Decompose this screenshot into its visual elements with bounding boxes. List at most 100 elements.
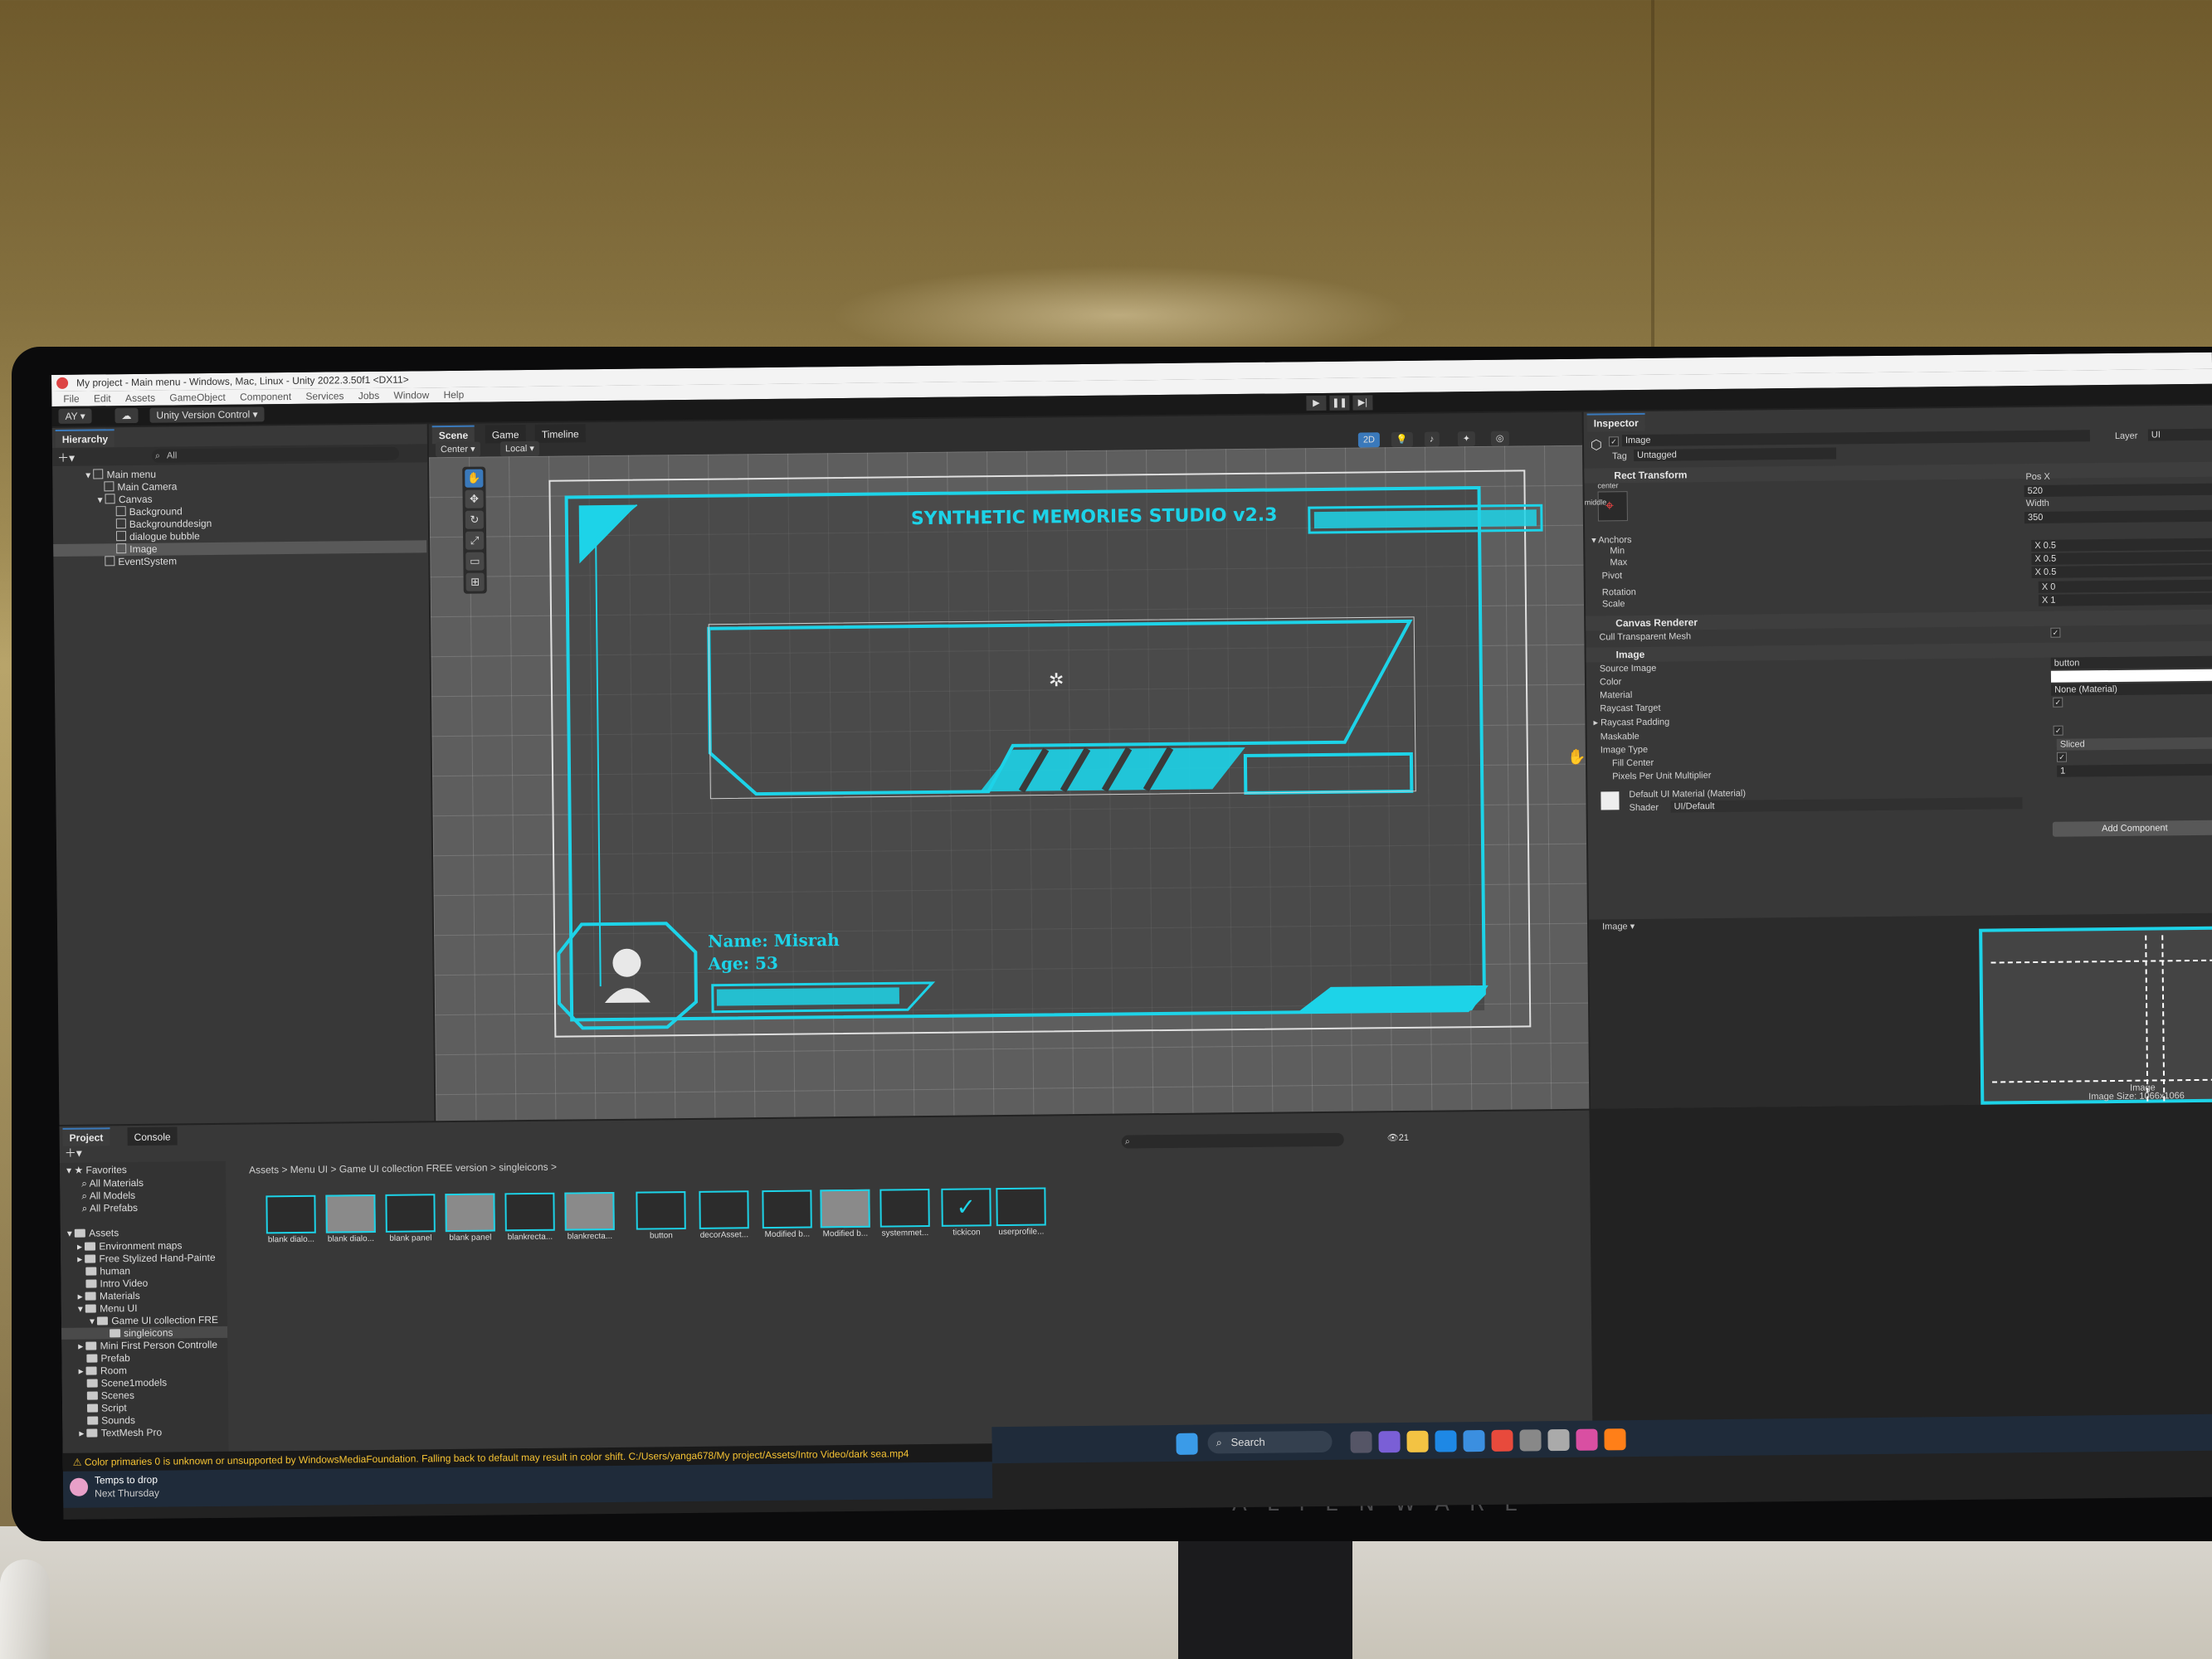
tab-project[interactable]: Project [62,1127,110,1146]
asset-tile[interactable]: blankrecta... [561,1191,618,1242]
version-control-button[interactable]: Unity Version Control ▾ [149,406,265,423]
favorites-header[interactable]: ▾ ★ Favorites [66,1164,127,1176]
file-explorer-icon[interactable] [1406,1430,1429,1452]
folder-item[interactable]: ▸ Materials [78,1290,140,1302]
folder-item[interactable]: ▾ Menu UI [78,1302,138,1315]
tab-timeline[interactable]: Timeline [534,424,586,443]
layer-dropdown[interactable]: UI [2147,428,2212,441]
material-field[interactable]: None (Material) [2051,682,2212,696]
assets-root[interactable]: ▾ Assets [67,1227,119,1239]
asset-tile[interactable]: blank dialo... [322,1194,379,1244]
weather-line1[interactable]: Temps to drop [95,1474,158,1486]
tab-inspector[interactable]: Inspector [1586,412,1645,432]
weather-line2[interactable]: Next Thursday [95,1487,159,1500]
2d-toggle[interactable]: 2D [1357,432,1381,448]
asset-tile[interactable]: button [632,1191,689,1241]
hierarchy-item-dialogue-bubble[interactable]: dialogue bubble [115,530,200,543]
fill-center-checkbox[interactable]: ✓ [2056,752,2068,762]
space-dropdown[interactable]: Local ▾ [499,440,539,457]
canvas-renderer-header[interactable]: Canvas Renderer [1586,609,2212,631]
menu-edit[interactable]: Edit [94,391,111,406]
rect-transform-header[interactable]: Rect Transform [1584,461,2212,484]
color-swatch[interactable] [2050,669,2212,683]
breadcrumb-menu-ui[interactable]: Menu UI [290,1164,329,1175]
hierarchy-item-backgrounddesign[interactable]: Backgrounddesign [115,518,212,531]
hierarchy-item-main-menu[interactable]: ▾ Main menu [85,469,156,482]
menu-jobs[interactable]: Jobs [358,388,380,403]
cloud-button[interactable]: ☁ [114,407,139,424]
folder-item-selected[interactable]: singleicons [61,1326,228,1340]
asset-tile[interactable]: decorAsset... [695,1190,753,1240]
pivot-dropdown[interactable]: Center ▾ [435,441,480,458]
preview-dropdown[interactable]: Image ▾ [1602,921,1635,932]
posx-field[interactable]: 520 [2024,483,2212,498]
breadcrumb-game-ui[interactable]: Game UI collection FREE version [339,1162,488,1175]
asset-tile[interactable]: Modified b... [816,1189,874,1238]
menu-services[interactable]: Services [305,388,343,403]
task-view-icon[interactable] [1350,1431,1372,1453]
step-icon[interactable]: ▶| [1352,395,1373,411]
gizmos-icon[interactable]: ◎ [1490,431,1509,446]
pivot-x-field[interactable]: X 0.5 [2031,564,2212,579]
hierarchy-item-eventsystem[interactable]: EventSystem [105,555,177,568]
lighting-icon[interactable]: 💡 [1391,431,1413,448]
folder-item[interactable]: Prefab [86,1352,130,1365]
audio-icon[interactable]: ♪ [1424,431,1440,447]
breadcrumb-assets[interactable]: Assets [249,1164,279,1175]
tab-console[interactable]: Console [127,1126,178,1146]
edge-icon[interactable] [1435,1430,1457,1452]
folder-item[interactable]: ▾ Game UI collection FRE [90,1314,218,1327]
menu-gameobject[interactable]: GameObject [169,390,226,406]
raycast-target-checkbox[interactable]: ✓ [2053,697,2063,708]
hierarchy-item-background[interactable]: Background [115,505,183,518]
create-asset-icon[interactable]: ＋▾ [65,1145,82,1161]
folder-item[interactable]: ▸ Environment maps [77,1239,183,1252]
asset-tile[interactable]: blank panel [382,1194,439,1243]
menu-assets[interactable]: Assets [125,391,155,406]
shader-dropdown[interactable]: UI/Default [1670,797,2023,813]
copilot-icon[interactable] [1378,1431,1401,1453]
folder-item[interactable]: Scene1models [86,1377,167,1389]
asset-tile[interactable]: ✓ tickicon [938,1188,995,1238]
account-button[interactable]: AY ▾ [58,408,92,424]
menu-file[interactable]: File [63,392,80,406]
hierarchy-item-main-camera[interactable]: Main Camera [104,480,178,494]
scene-view[interactable]: ✋ ✥ ↻ ⤢ ▭ ⊞ SYNTHETIC MEMORIES STUDIO v2… [429,445,1590,1121]
start-icon[interactable] [1176,1433,1198,1455]
raycast-padding-foldout[interactable]: ▸ Raycast Padding [1593,717,1669,728]
tab-hierarchy[interactable]: Hierarchy [55,429,115,448]
asset-tile[interactable]: userprofile... [992,1187,1050,1237]
favorite-all-models[interactable]: ⌕ All Models [81,1190,135,1203]
anchor-max-x-field[interactable]: X 0.5 [2031,551,2212,566]
unity-editor-icon[interactable] [1547,1428,1570,1452]
asset-tile[interactable]: systemmet... [876,1188,933,1238]
favorite-all-materials[interactable]: ⌕ All Materials [81,1177,144,1190]
pause-icon[interactable]: ❚❚ [1329,395,1350,411]
add-component-button[interactable]: Add Component [2052,820,2212,837]
store-icon[interactable] [1463,1429,1485,1452]
folder-item[interactable]: Intro Video [85,1277,148,1290]
project-search-input[interactable]: ⌕ [1121,1132,1344,1149]
asset-tile[interactable]: blankrecta... [501,1192,558,1242]
hierarchy-item-image[interactable]: Image [53,540,427,557]
chrome-icon[interactable] [1491,1429,1513,1452]
favorite-all-prefabs[interactable]: ⌕ All Prefabs [81,1202,138,1215]
source-image-field[interactable]: button [2050,655,2212,669]
hierarchy-item-canvas[interactable]: ▾ Canvas [98,494,153,507]
breadcrumb-singleicons[interactable]: singleicons [499,1161,548,1174]
photoshop-express-icon[interactable] [1576,1428,1598,1451]
anchor-min-x-field[interactable]: X 0.5 [2031,538,2212,552]
folder-item[interactable]: ▸ Mini First Person Controlle [78,1339,217,1352]
menu-window[interactable]: Window [393,387,429,402]
folder-item[interactable]: ▸ TextMesh Pro [79,1427,162,1439]
anchors-foldout[interactable]: ▾ Anchors [1591,534,1631,546]
ppu-field[interactable]: 1 [2057,763,2212,777]
pivot-gizmo-icon[interactable]: ✲ [1049,669,1065,691]
hierarchy-search-input[interactable]: ⌕ All [151,446,400,463]
folder-item[interactable]: ▸ Room [79,1365,128,1377]
effects-icon[interactable]: ✦ [1457,431,1476,447]
folder-item[interactable]: Sounds [87,1414,135,1427]
unity-hub-icon[interactable] [1519,1429,1542,1452]
menu-component[interactable]: Component [240,389,291,405]
folder-item[interactable]: human [85,1265,130,1277]
